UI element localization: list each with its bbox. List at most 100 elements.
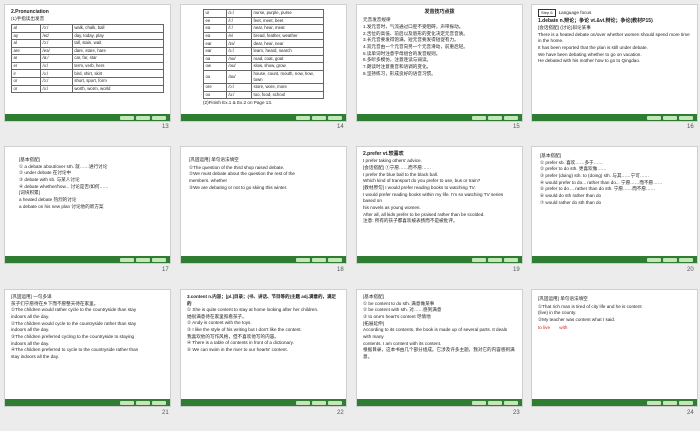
table-row: ow/əʊ/slow, show, grow [203, 62, 324, 71]
example-cell: worth, worm, world [71, 84, 165, 94]
phonetic-cell: /ɔː/ [40, 39, 73, 48]
table-row: oa/əʊ/road, coat, goat [203, 54, 324, 64]
text-block: ①The question of the third shop raised d… [189, 165, 340, 192]
slide-number: 13 [162, 124, 169, 130]
slide-19[interactable]: 2.prefer vt.较喜欢 I prefer taking others' … [356, 146, 523, 264]
text-line: 元音发音规律 [363, 17, 391, 23]
example-cell: store, wore, more [251, 83, 324, 92]
letter-cell: ow [203, 62, 227, 71]
step-tag: Step 6 [538, 9, 556, 17]
slide-heading: [巩固运用] 单句语法填空 [189, 157, 239, 162]
slide-footer [532, 399, 697, 406]
phonetic-cell: /ɜː/ [40, 84, 73, 94]
example-cell: road, coat, goat [251, 54, 324, 64]
text-block: [会话搭配] (讨论)辩论某事 There is a heated debate … [538, 25, 691, 65]
phonetic-cell: /uː/ [225, 90, 253, 100]
text-block: ① She is quite content to stay at home l… [187, 307, 340, 354]
text-line: ③The children preferred cycling to the c… [11, 333, 135, 339]
letter-cell: oo [203, 90, 227, 100]
slide-footer [181, 256, 346, 263]
slide-number: 22 [337, 410, 344, 416]
table-row: ou/aʊ/house, count, mouth, now, how, tow… [203, 69, 324, 85]
slide-18[interactable]: [巩固运用] 单句语法填空 ①The question of the third… [180, 146, 347, 264]
slide-subtitle: (1)手指读出发音 [11, 16, 45, 22]
phonetic-cell: /ɜː/ [225, 46, 253, 56]
text-line: ② under debate 在讨论中 [19, 170, 72, 176]
exercise-note: (2)Finish Ex.1 & Ex.2 on Page 13. [203, 100, 273, 106]
slide-16[interactable]: Step 6 Language focus 1.debate n.辩论；争论 vt… [531, 4, 698, 122]
text-line: ⑤ prefer to do ... rather than do sth. 宁… [540, 186, 656, 192]
slide-footer [532, 114, 697, 121]
slide-20[interactable]: [基本搭配] ① prefer sb. 喜欢……多于…… ② prefer to … [531, 146, 698, 264]
example-cell: house, count, mouth, now, how, town [251, 69, 324, 85]
slide-21[interactable]: [巩固运用] 一句多译 孩子们宁愿待在乡下而不愿整天待在家里。 ①The chi… [4, 289, 171, 407]
text-line: I would prefer reading books within my l… [363, 191, 504, 204]
text-line: 6.多听多模仿，注意连读与弱读。 [363, 57, 432, 63]
text-line: 我喜欢他的写作风格，但不喜欢他写的内容。 [187, 333, 279, 339]
slide-footer [357, 114, 522, 121]
text-line: ⑥ would do sth rather than do [540, 192, 602, 198]
text-line: ①That rich man is tired of city life and… [538, 303, 642, 309]
text-line: We have been debating whether to go on v… [538, 51, 642, 57]
text-line: I prefer taking others' advice. [363, 158, 422, 164]
table-row: ore/ɔː/store, wore, more [203, 83, 324, 92]
text-line: members. whether [189, 177, 228, 183]
letter-cell: ir [10, 69, 42, 79]
slide-footer [357, 256, 522, 263]
slide-heading: [基本搭配] [540, 153, 561, 158]
slide-number: 14 [337, 124, 344, 130]
slide-footer [181, 114, 346, 121]
text-line: Which kind of transport do you prefer to… [363, 178, 481, 184]
letter-cell: or [10, 84, 42, 94]
text-block: [基本搭配] ① a debate about/over sth. 就……进行讨论… [19, 157, 164, 210]
table-row: al/ɔː/walk, chalk, ball [10, 23, 165, 33]
text-line: ④The children preferred to cycle to the … [11, 347, 139, 353]
slide-number: 18 [337, 267, 344, 273]
example-cell: tall, stain, wait [71, 39, 165, 48]
slide-14[interactable]: ur/ɜː/nurse, purple, purse ee/iː/feet, me… [180, 4, 347, 122]
table-row: ir/ɜː/bird, shirt, skirt [10, 69, 165, 79]
slide-footer [5, 399, 170, 406]
text-line: 3.长元音要发得饱满，短元音要发得短促有力。 [363, 37, 459, 43]
slide-heading: 2.prefer vt.较喜欢 [363, 151, 404, 157]
text-line: It has been reported that the plan is st… [538, 45, 648, 51]
text-line: ② Andy is content with the toys. [187, 320, 252, 326]
slide-footer [5, 256, 170, 263]
slide-13[interactable]: 2.Pronunciation (1)手指读出发音 al/ɔː/walk, ch… [4, 4, 171, 122]
text-line: ① She is quite content to stay at home l… [187, 307, 319, 313]
example-cell: bird, shirt, skirt [71, 69, 165, 79]
slide-17[interactable]: [基本搭配] ① a debate about/over sth. 就……进行讨论… [4, 146, 171, 264]
answer-text: with [559, 324, 568, 330]
table-row: ea/iː/near, hear, meat [203, 24, 324, 33]
text-block: ① be content to do sth. 满意做某事 ② be conten… [363, 301, 516, 361]
example-cell: slow, show, grow [251, 62, 324, 71]
phonetic-cell: /iː/ [225, 16, 253, 26]
slide-number: 15 [513, 124, 520, 130]
letter-cell: ur [203, 9, 227, 18]
letter-cell: ee [203, 16, 227, 26]
text-line: ③ prefer (doing) sth. to (doing) sth. 与其… [540, 172, 650, 178]
phonetic-cell: /aʊ/ [225, 69, 253, 85]
text-line: stay indoors all the day. [11, 353, 59, 359]
example-cell: car, far, star [71, 54, 165, 63]
text-line: ②We must debate about the question the r… [189, 171, 295, 177]
slide-23[interactable]: [基本搭配] ① be content to do sth. 满意做某事 ② be… [356, 289, 523, 407]
text-line: ②The children would cycle to the country… [11, 320, 137, 326]
example-cell: nurse, purple, purse [251, 9, 324, 18]
slide-24[interactable]: [巩固运用] 单句语法填空 ①That rich man is tired of… [531, 289, 698, 407]
phonetic-cell: /ɜː/ [40, 69, 73, 79]
phonetic-cell: /eɪ/ [40, 31, 73, 41]
text-line: I prefer the blue ball to the black ball… [363, 171, 439, 177]
example-cell: feet, meet, beet [251, 16, 324, 26]
letter-cell: al [10, 23, 42, 33]
table-row: oo/uː/too, food, school [203, 90, 324, 100]
table-row: ur/ɜː/nurse, purple, purse [203, 9, 324, 18]
slide-15[interactable]: 发音技巧点拨 元音发音规律 1.发元音时，气流通过口腔不受阻碍，声带振动。 2.舌位… [356, 4, 523, 122]
phonetic-cell: /əʊ/ [225, 54, 253, 64]
answer-text: to live [538, 324, 551, 330]
text-line: 4.双元音由一个元音向另一个元音滑动，前重后轻。 [363, 43, 468, 49]
slide-22[interactable]: 3.content n.内容；[pl.]目录；(书、讲话、节目等的)主题 adj… [180, 289, 347, 407]
slide-number: 19 [513, 267, 520, 273]
letter-cell: oa [203, 54, 227, 64]
table-row: al/ɔː/tall, stain, wait [10, 39, 165, 48]
